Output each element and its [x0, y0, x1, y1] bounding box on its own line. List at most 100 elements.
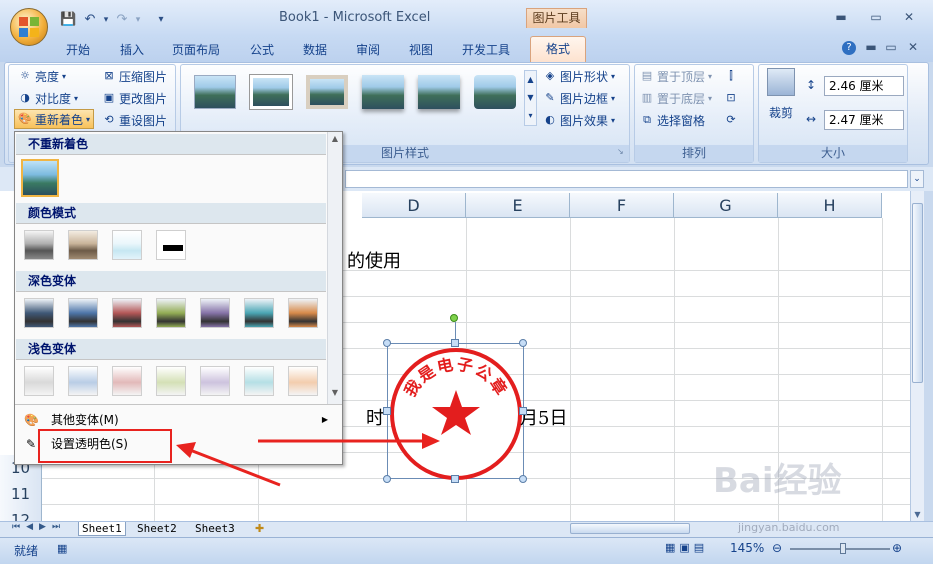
tab-developer[interactable]: 开发工具	[462, 40, 510, 60]
recolor-option-swatch[interactable]	[200, 366, 230, 396]
brightness-button[interactable]: ☼ 亮度 ▾	[18, 66, 66, 86]
undo-dropdown-icon[interactable]: ▾	[98, 12, 114, 28]
scroll-down-icon[interactable]: ▼	[911, 510, 924, 519]
cell-text[interactable]: 的使用	[347, 247, 401, 273]
send-to-back-button[interactable]: ▥ 置于底层 ▾	[640, 88, 712, 108]
formula-input[interactable]	[345, 170, 908, 188]
change-picture-button[interactable]: ▣ 更改图片	[102, 88, 167, 108]
recolor-option-original[interactable]	[21, 159, 59, 197]
resize-handle[interactable]	[519, 407, 527, 415]
recolor-option-swatch[interactable]	[112, 298, 142, 328]
style-gallery-scroll[interactable]: ▲ ▼ ▾	[524, 70, 537, 126]
picture-style-thumb[interactable]	[250, 75, 292, 109]
picture-style-thumb[interactable]	[474, 75, 516, 109]
office-button[interactable]	[10, 8, 48, 46]
tab-insert[interactable]: 插入	[120, 40, 144, 60]
row-header-11[interactable]: 11	[0, 481, 42, 507]
recolor-option-swatch[interactable]	[24, 298, 54, 328]
recolor-option-swatch[interactable]	[24, 366, 54, 396]
customize-qat-icon[interactable]: ▾	[153, 12, 169, 28]
resize-handle[interactable]	[451, 475, 459, 483]
tab-home[interactable]: 开始	[66, 40, 90, 60]
picture-effects-button[interactable]: ◐ 图片效果 ▾	[543, 110, 615, 130]
recolor-option-swatch[interactable]	[112, 366, 142, 396]
column-header-f[interactable]: F	[570, 193, 674, 218]
column-header-e[interactable]: E	[466, 193, 570, 218]
vertical-scrollbar[interactable]: ▼	[910, 191, 924, 521]
cell-text[interactable]: 月5日	[520, 404, 567, 430]
expand-formula-bar-button[interactable]: ⌄	[910, 170, 924, 188]
zoom-slider-thumb[interactable]	[840, 543, 846, 554]
row-header-12[interactable]: 12	[0, 507, 42, 521]
bring-to-front-button[interactable]: ▤ 置于顶层 ▾	[640, 66, 712, 86]
picture-style-thumb[interactable]	[194, 75, 236, 109]
scroll-down-icon[interactable]: ▼	[330, 388, 340, 402]
recolor-option-swatch[interactable]	[156, 298, 186, 328]
sheet-navigation-icon[interactable]: ⏮◀▶⏭	[12, 522, 66, 532]
recolor-option-grayscale[interactable]	[24, 230, 54, 260]
recolor-option-sepia[interactable]	[68, 230, 98, 260]
align-button[interactable]: ⫿	[724, 66, 738, 86]
workbook-minimize-button[interactable]: ▬	[860, 38, 882, 56]
group-button[interactable]: ⊡	[724, 88, 738, 108]
maximize-button[interactable]: ▭	[865, 8, 887, 26]
rotate-button[interactable]: ⟳	[724, 110, 738, 130]
recolor-option-swatch[interactable]	[200, 298, 230, 328]
redo-icon[interactable]: ↷	[114, 12, 130, 28]
recolor-option-black-white[interactable]	[156, 230, 186, 260]
recolor-option-swatch[interactable]	[244, 298, 274, 328]
workbook-restore-button[interactable]: ▭	[880, 38, 902, 56]
width-field[interactable]: 2.47 厘米	[824, 110, 904, 130]
crop-icon[interactable]	[767, 68, 795, 96]
sheet-tab-3[interactable]: Sheet3	[195, 522, 235, 536]
zoom-in-icon[interactable]: ⊕	[892, 541, 902, 555]
recolor-option-swatch[interactable]	[244, 366, 274, 396]
redo-dropdown-icon[interactable]: ▾	[130, 12, 146, 28]
picture-style-thumb[interactable]	[362, 75, 404, 109]
tab-data[interactable]: 数据	[303, 40, 327, 60]
recolor-option-swatch[interactable]	[288, 366, 318, 396]
zoom-out-icon[interactable]: ⊖	[772, 541, 782, 555]
selection-pane-button[interactable]: ⧉ 选择窗格	[640, 110, 705, 130]
crop-button[interactable]: 裁剪	[769, 104, 793, 121]
picture-shape-button[interactable]: ◈ 图片形状 ▾	[543, 66, 615, 86]
column-header-g[interactable]: G	[674, 193, 778, 218]
sheet-tab-1[interactable]: Sheet1	[78, 522, 126, 536]
horizontal-scroll-thumb[interactable]	[570, 523, 690, 534]
undo-icon[interactable]: ↶	[82, 12, 98, 28]
zoom-level[interactable]: 145%	[730, 541, 764, 555]
scroll-up-icon[interactable]: ▲	[330, 134, 340, 154]
sheet-tab-2[interactable]: Sheet2	[137, 522, 177, 536]
workbook-close-button[interactable]: ✕	[902, 38, 924, 56]
resize-handle[interactable]	[519, 339, 527, 347]
resize-handle[interactable]	[451, 339, 459, 347]
column-header-d[interactable]: D	[362, 193, 466, 218]
height-field[interactable]: 2.46 厘米	[824, 76, 904, 96]
rotation-handle[interactable]	[450, 314, 458, 322]
recolor-option-washout[interactable]	[112, 230, 142, 260]
save-icon[interactable]: 💾	[60, 12, 76, 28]
tab-review[interactable]: 审阅	[356, 40, 380, 60]
resize-handle[interactable]	[383, 339, 391, 347]
scroll-thumb[interactable]	[912, 203, 923, 383]
tab-page-layout[interactable]: 页面布局	[172, 40, 220, 60]
reset-picture-button[interactable]: ⟲ 重设图片	[102, 110, 167, 130]
insert-sheet-icon[interactable]: ✚	[255, 522, 264, 535]
recolor-button[interactable]: 🎨 重新着色 ▾	[14, 109, 95, 129]
picture-style-thumb[interactable]	[306, 75, 348, 109]
resize-handle[interactable]	[383, 407, 391, 415]
tab-formulas[interactable]: 公式	[250, 40, 274, 60]
help-icon[interactable]: ?	[842, 41, 856, 55]
recolor-option-swatch[interactable]	[68, 366, 98, 396]
picture-style-thumb[interactable]	[418, 75, 460, 109]
picture-border-button[interactable]: ✎ 图片边框 ▾	[543, 88, 615, 108]
recolor-option-swatch[interactable]	[288, 298, 318, 328]
tab-view[interactable]: 视图	[409, 40, 433, 60]
resize-handle[interactable]	[519, 475, 527, 483]
column-header-h[interactable]: H	[778, 193, 882, 218]
menu-scrollbar[interactable]: ▲ ▼	[327, 132, 342, 404]
recolor-option-swatch[interactable]	[156, 366, 186, 396]
dialog-launcher-icon[interactable]: ↘	[617, 147, 624, 156]
contrast-button[interactable]: ◑ 对比度 ▾	[18, 88, 78, 108]
view-buttons[interactable]: ▦▣▤	[665, 541, 721, 556]
